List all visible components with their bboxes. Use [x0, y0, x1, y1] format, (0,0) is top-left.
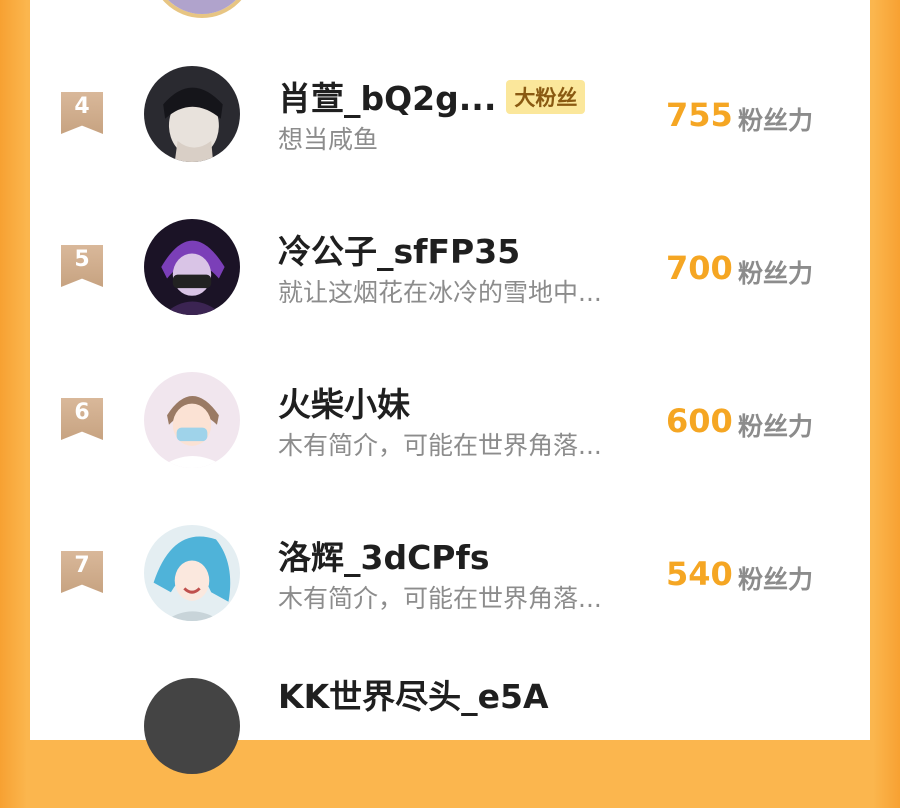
ranking-row-8[interactable]: KK世界尽头_e5A: [30, 677, 870, 808]
ranking-row-4[interactable]: 4 肖萱_bQ2g... 大粉丝 想当咸鱼 755 粉丝力: [30, 66, 870, 196]
username[interactable]: 肖萱_bQ2g... 大粉丝: [278, 72, 586, 120]
avatar[interactable]: [144, 678, 240, 774]
fan-power-label: 粉丝力: [738, 259, 814, 288]
username[interactable]: 冷公子_sfFP35: [278, 225, 520, 273]
fan-power-score: 700: [666, 249, 733, 287]
rank-tag: 7: [61, 551, 103, 593]
username-text: 肖萱_bQ2g...: [278, 79, 497, 118]
ranking-card: 4 肖萱_bQ2g... 大粉丝 想当咸鱼 755 粉丝力 5 冷公子_sfFP…: [30, 0, 870, 774]
avatar-partial: [150, 0, 254, 18]
username[interactable]: KK世界尽头_e5A: [278, 670, 549, 718]
username[interactable]: 火柴小妹: [278, 378, 410, 426]
fan-power-label: 粉丝力: [738, 565, 814, 594]
user-description: 木有简介，可能在世界角落...: [278, 431, 602, 460]
ranking-row-6[interactable]: 6 火柴小妹 木有简介，可能在世界角落... 600 粉丝力: [30, 372, 870, 502]
fan-power-score: 600: [666, 402, 733, 440]
avatar[interactable]: [144, 372, 240, 468]
avatar[interactable]: [144, 219, 240, 315]
ranking-row-7[interactable]: 7 洛辉_3dCPfs 木有简介，可能在世界角落... 540 粉丝力: [30, 525, 870, 655]
fan-power-label: 粉丝力: [738, 106, 814, 135]
ranking-row-5[interactable]: 5 冷公子_sfFP35 就让这烟花在冰冷的雪地中... 700 粉丝力: [30, 219, 870, 349]
rank-tag: 4: [61, 92, 103, 134]
username[interactable]: 洛辉_3dCPfs: [278, 531, 490, 579]
user-description: 就让这烟花在冰冷的雪地中...: [278, 278, 602, 307]
fan-power-score: 755: [666, 96, 733, 134]
avatar[interactable]: [144, 66, 240, 162]
user-description: 想当咸鱼: [278, 125, 379, 154]
fan-badge: 大粉丝: [506, 79, 586, 114]
fan-power-label: 粉丝力: [738, 412, 814, 441]
fan-power-score: 540: [666, 555, 733, 593]
avatar[interactable]: [144, 525, 240, 621]
user-description: 木有简介，可能在世界角落...: [278, 584, 602, 613]
rank-tag: 5: [61, 245, 103, 287]
rank-tag: 6: [61, 398, 103, 440]
